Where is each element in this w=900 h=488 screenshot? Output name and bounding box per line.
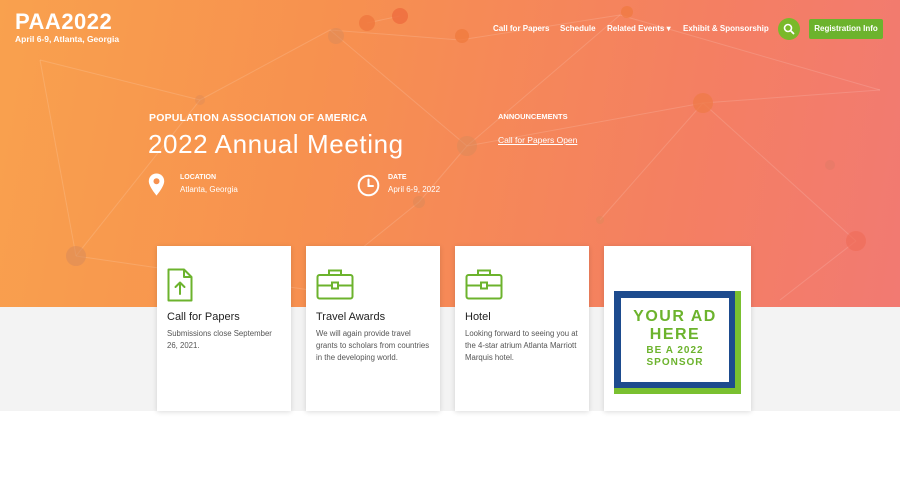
card-hotel[interactable]: Hotel Looking forward to seeing you at t… — [455, 246, 589, 411]
content-band — [0, 307, 900, 411]
logo-subtitle: April 6-9, Atlanta, Georgia — [15, 34, 120, 44]
ad-inner: YOUR AD HERE BE A 2022 SPONSOR — [621, 298, 729, 382]
card-title: Call for Papers — [167, 311, 240, 323]
briefcase-icon — [465, 269, 503, 300]
date-label: DATE — [388, 174, 407, 181]
hero-banner: PAA2022 April 6-9, Atlanta, Georgia Call… — [0, 0, 900, 307]
upload-document-icon — [167, 268, 193, 302]
card-body: We will again provide travel grants to s… — [316, 329, 430, 362]
announcements-heading: ANNOUNCEMENTS — [498, 112, 568, 121]
nav-schedule[interactable]: Schedule — [560, 24, 596, 33]
date-value: April 6-9, 2022 — [388, 185, 441, 194]
card-body: Looking forward to seeing you at the 4-s… — [465, 329, 578, 362]
nav-exhibit-sponsorship[interactable]: Exhibit & Sponsorship — [683, 24, 769, 33]
ad-banner[interactable]: YOUR AD HERE BE A 2022 SPONSOR — [614, 291, 741, 394]
ad-border: YOUR AD HERE BE A 2022 SPONSOR — [614, 291, 735, 388]
card-title: Hotel — [465, 311, 491, 323]
location-value: Atlanta, Georgia — [180, 185, 238, 194]
logo-text: PAA2022 — [15, 9, 113, 34]
search-icon — [783, 23, 795, 35]
announcement-link[interactable]: Call for Papers Open — [498, 135, 577, 145]
nav-call-for-papers[interactable]: Call for Papers — [493, 24, 549, 33]
site-logo[interactable]: PAA2022 April 6-9, Atlanta, Georgia — [15, 9, 120, 45]
card-title: Travel Awards — [316, 311, 386, 323]
nav-related-events[interactable]: Related Events ▾ — [607, 24, 671, 33]
card-body: Submissions close September 26, 2021. — [167, 329, 272, 350]
sponsor-ad-card[interactable]: YOUR AD HERE BE A 2022 SPONSOR — [604, 246, 751, 411]
search-button[interactable] — [778, 18, 800, 40]
clock-icon — [357, 174, 380, 197]
briefcase-icon — [316, 269, 354, 300]
card-call-for-papers[interactable]: Call for Papers Submissions close Septem… — [157, 246, 291, 411]
page-title: 2022 Annual Meeting — [148, 129, 404, 159]
ad-subline: BE A 2022 SPONSOR — [646, 345, 704, 368]
network-background — [39, 6, 881, 301]
registration-info-button[interactable]: Registration Info — [809, 19, 883, 39]
ad-headline: YOUR AD HERE — [633, 308, 717, 343]
card-travel-awards[interactable]: Travel Awards We will again provide trav… — [306, 246, 440, 411]
location-label: LOCATION — [180, 174, 217, 181]
map-pin-icon — [148, 173, 165, 196]
organization-name: POPULATION ASSOCIATION OF AMERICA — [149, 112, 368, 124]
